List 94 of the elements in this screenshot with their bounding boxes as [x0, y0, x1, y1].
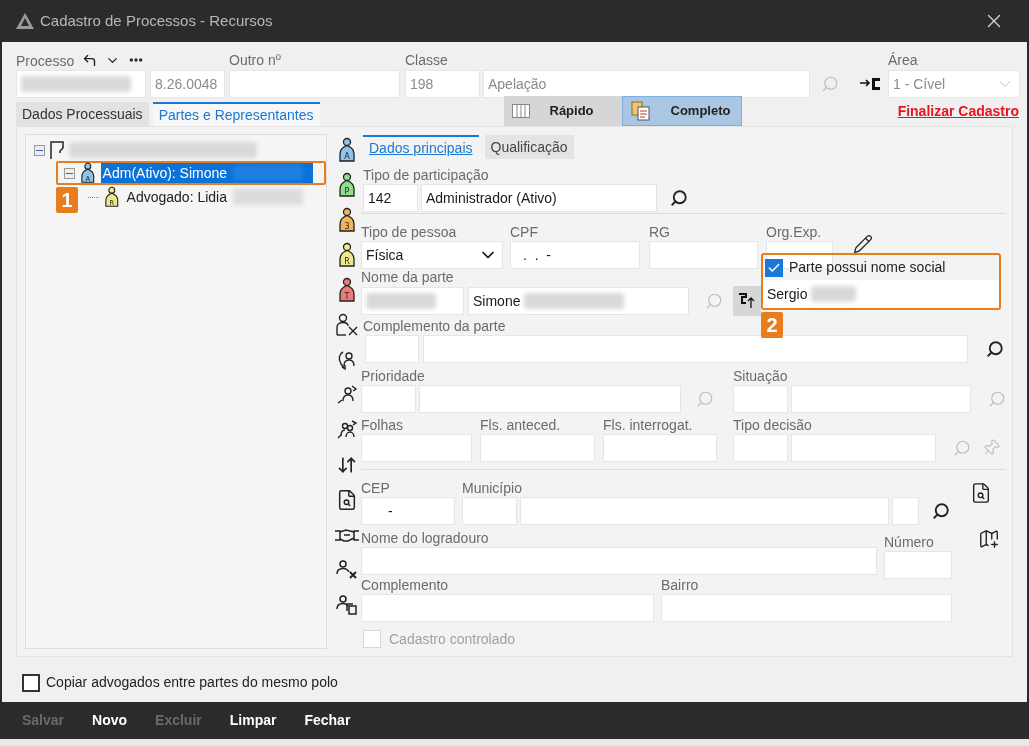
input-field[interactable] — [423, 335, 968, 363]
action-button[interactable]: Novo — [92, 710, 128, 731]
field-label: Folhas — [361, 416, 404, 434]
input-field[interactable] — [733, 434, 788, 462]
collapse-toggle-icon[interactable] — [34, 144, 45, 156]
person-type-select[interactable]: Física — [361, 241, 503, 269]
input-field[interactable] — [229, 70, 400, 98]
input-field[interactable] — [791, 385, 971, 413]
sort-arrows-icon[interactable] — [337, 455, 357, 475]
move-up-button[interactable] — [733, 286, 761, 316]
field-label: Tipo de participação — [363, 166, 489, 184]
search-icon[interactable] — [670, 189, 688, 207]
input-field[interactable] — [733, 385, 788, 413]
checkbox-label: Copiar advogados entre partes do mesmo polo — [46, 673, 338, 692]
input-field[interactable] — [361, 434, 472, 462]
blurred-text — [811, 286, 857, 302]
field-label: Tipo decisão — [733, 416, 812, 434]
checkbox-label: Cadastro controlado — [389, 629, 516, 649]
input-field[interactable]: Simone — [468, 287, 689, 315]
view-button[interactable]: Completo — [621, 96, 742, 126]
input-field[interactable] — [361, 594, 654, 622]
field-label: Outro nº — [229, 51, 281, 70]
blurred-text — [366, 293, 436, 309]
input-field[interactable]: Sergio — [763, 280, 999, 308]
field-label: Processo — [16, 51, 75, 70]
clipboard-icon — [630, 101, 651, 121]
link-arrow-icon[interactable] — [860, 77, 882, 91]
process-root-icon — [49, 140, 65, 160]
input-field[interactable] — [791, 434, 936, 462]
input-field[interactable] — [661, 594, 952, 622]
tab[interactable]: Qualificação — [484, 135, 574, 159]
person-remove-icon[interactable] — [334, 313, 360, 337]
input-field[interactable]: Administrador (Ativo) — [421, 184, 657, 212]
field-label: RG — [649, 223, 670, 241]
person-remove-icon[interactable] — [335, 559, 359, 581]
field-label: Fls. anteced. — [480, 416, 561, 434]
action-button[interactable]: Fechar — [304, 710, 351, 731]
checkbox-label: Parte possui nome social — [789, 258, 946, 277]
action-button[interactable]: Limpar — [229, 710, 277, 731]
field-label: Área — [888, 51, 918, 70]
search-icon[interactable] — [986, 340, 1004, 358]
tree-item-label: Advogado: Lidia — [124, 187, 305, 207]
finalize-link[interactable]: Finalizar Cadastro — [897, 101, 1019, 122]
search-icon[interactable] — [932, 502, 950, 520]
input-field[interactable]: - — [361, 497, 455, 525]
document-search-icon[interactable] — [336, 489, 358, 511]
field-label: Nome do logradouro — [361, 529, 489, 547]
tab[interactable]: Dados Processuais — [16, 102, 149, 126]
tree-item-label: Adm(Ativo): Simone — [100, 163, 313, 183]
pencil-icon[interactable] — [853, 234, 873, 254]
checkbox[interactable] — [765, 258, 783, 277]
input-field[interactable] — [649, 241, 758, 269]
input-field[interactable] — [365, 335, 419, 363]
undo-icon[interactable] — [82, 52, 98, 68]
input-field[interactable] — [892, 497, 919, 525]
input-field[interactable]: 142 — [363, 184, 418, 212]
field-label: Situação — [733, 367, 788, 385]
input-field[interactable] — [884, 551, 952, 579]
field-label: Complemento — [361, 576, 449, 594]
columns-icon — [511, 104, 530, 118]
field-label: Classe — [405, 51, 448, 70]
view-button[interactable]: Rápido — [503, 96, 614, 126]
person-copy-icon[interactable] — [335, 594, 359, 616]
input-field[interactable] — [480, 434, 595, 462]
field-label: Prioridade — [361, 367, 425, 385]
callout-badge: 1 — [56, 187, 78, 213]
input-field[interactable] — [16, 70, 146, 98]
bracket-up-icon — [738, 293, 756, 309]
field-label: CEP — [361, 479, 390, 497]
tab[interactable]: Dados principais — [363, 135, 479, 159]
collapse-toggle-icon[interactable] — [64, 167, 75, 179]
field-label: Fls. interrogat. — [603, 416, 693, 434]
field-label: Município — [462, 479, 522, 497]
input-field[interactable] — [361, 547, 877, 575]
field-label: Org.Exp. — [766, 223, 822, 241]
input-field[interactable] — [361, 287, 464, 315]
field-label: Complemento da parte — [363, 317, 506, 335]
checkbox[interactable] — [22, 673, 40, 692]
field-label: Tipo de pessoa — [361, 223, 457, 241]
input-field[interactable] — [603, 434, 717, 462]
input-field[interactable]: . . - — [510, 241, 640, 269]
field-label: Nome da parte — [361, 268, 454, 286]
tab[interactable]: Partes e Representantes — [152, 102, 320, 126]
field-label: Bairro — [661, 576, 699, 594]
map-plus-icon[interactable] — [978, 528, 1000, 550]
input-field[interactable] — [462, 497, 517, 525]
field-label: Número — [884, 533, 934, 551]
input-field[interactable] — [419, 385, 681, 413]
window-title: Cadastro de Processos - Recursos — [40, 10, 273, 31]
app-logo-icon — [16, 13, 34, 29]
callout-badge: 2 — [761, 312, 783, 338]
input-field[interactable] — [520, 497, 889, 525]
input-field[interactable] — [361, 385, 416, 413]
field-label: CPF — [510, 223, 538, 241]
